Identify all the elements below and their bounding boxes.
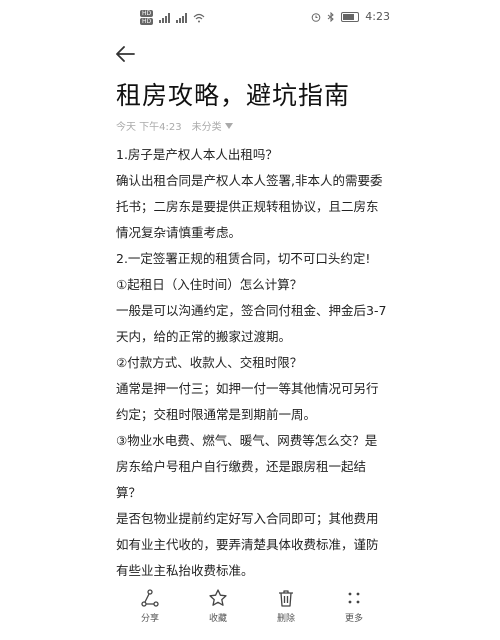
note-date: 今天 下午4:23	[116, 122, 182, 133]
favorite-label: 收藏	[208, 614, 227, 624]
trash-icon	[279, 590, 293, 607]
note-body[interactable]: 1.房子是产权人本人出租吗？ 确认出租合同是产权人本人签署,非本人的需要委托书；…	[116, 142, 388, 582]
caret-down-icon	[224, 122, 233, 129]
sim1-badge: HD	[140, 10, 154, 17]
content-line: 是否包物业提前约定好写入合同即可；其他费用如有业主代收的，要弄清楚具体收费标准，…	[116, 511, 379, 578]
wifi-icon	[193, 13, 205, 22]
content-line: ②付款方式、收款人、交租时限？	[116, 355, 303, 370]
bluetooth-icon	[327, 11, 335, 22]
back-button[interactable]	[114, 42, 138, 66]
category-label: 未分类	[191, 122, 222, 133]
battery-icon	[341, 11, 360, 22]
category-selector[interactable]: 未分类	[192, 118, 233, 133]
status-left: HD HD	[140, 10, 205, 25]
status-time: 4:23	[365, 10, 390, 23]
share-label: 分享	[140, 614, 159, 624]
status-right: 4:23	[311, 10, 390, 23]
note-title: 租房攻略，避坑指南	[116, 81, 351, 110]
sim-badges: HD HD	[140, 10, 154, 25]
alarm-icon	[311, 12, 321, 22]
more-button[interactable]: 更多	[329, 588, 379, 632]
back-arrow-icon	[116, 46, 135, 62]
share-icon	[141, 589, 159, 607]
content-line: 通常是押一付三；如押一付一等其他情况可另行约定；交租时限通常是到期前一周。	[116, 381, 379, 422]
more-label: 更多	[344, 614, 363, 624]
content-line: 2.一定签署正规的租赁合同，切不可口头约定!	[116, 251, 371, 266]
sim2-badge: HD	[140, 18, 154, 25]
content-line: 1.房子是产权人本人出租吗？	[116, 147, 278, 162]
more-grid-icon	[348, 592, 360, 604]
bottom-action-bar: 分享 收藏 删除 更多	[116, 588, 388, 632]
content-line: ③物业水电费、燃气、暖气、网费等怎么交？是房东给户号租户自行缴费，还是跟房租一起…	[116, 433, 378, 500]
note-meta: 今天 下午4:23 未分类	[116, 118, 233, 133]
content-line: 一般是可以沟通约定，签合同付租金、押金后3-7天内，给的正常的搬家过渡期。	[116, 303, 387, 344]
status-bar: HD HD 4:23	[0, 0, 500, 34]
signal2-icon	[176, 12, 188, 23]
favorite-button[interactable]: 收藏	[193, 588, 243, 632]
share-button[interactable]: 分享	[125, 588, 175, 632]
signal-icon	[159, 12, 171, 23]
delete-label: 删除	[276, 614, 295, 624]
content-line: 确认出租合同是产权人本人签署,非本人的需要委托书；二房东是要提供正规转租协议，且…	[116, 173, 383, 240]
star-icon	[209, 589, 227, 606]
delete-button[interactable]: 删除	[261, 588, 311, 632]
content-line: ①起租日（入住时间）怎么计算？	[116, 277, 303, 292]
